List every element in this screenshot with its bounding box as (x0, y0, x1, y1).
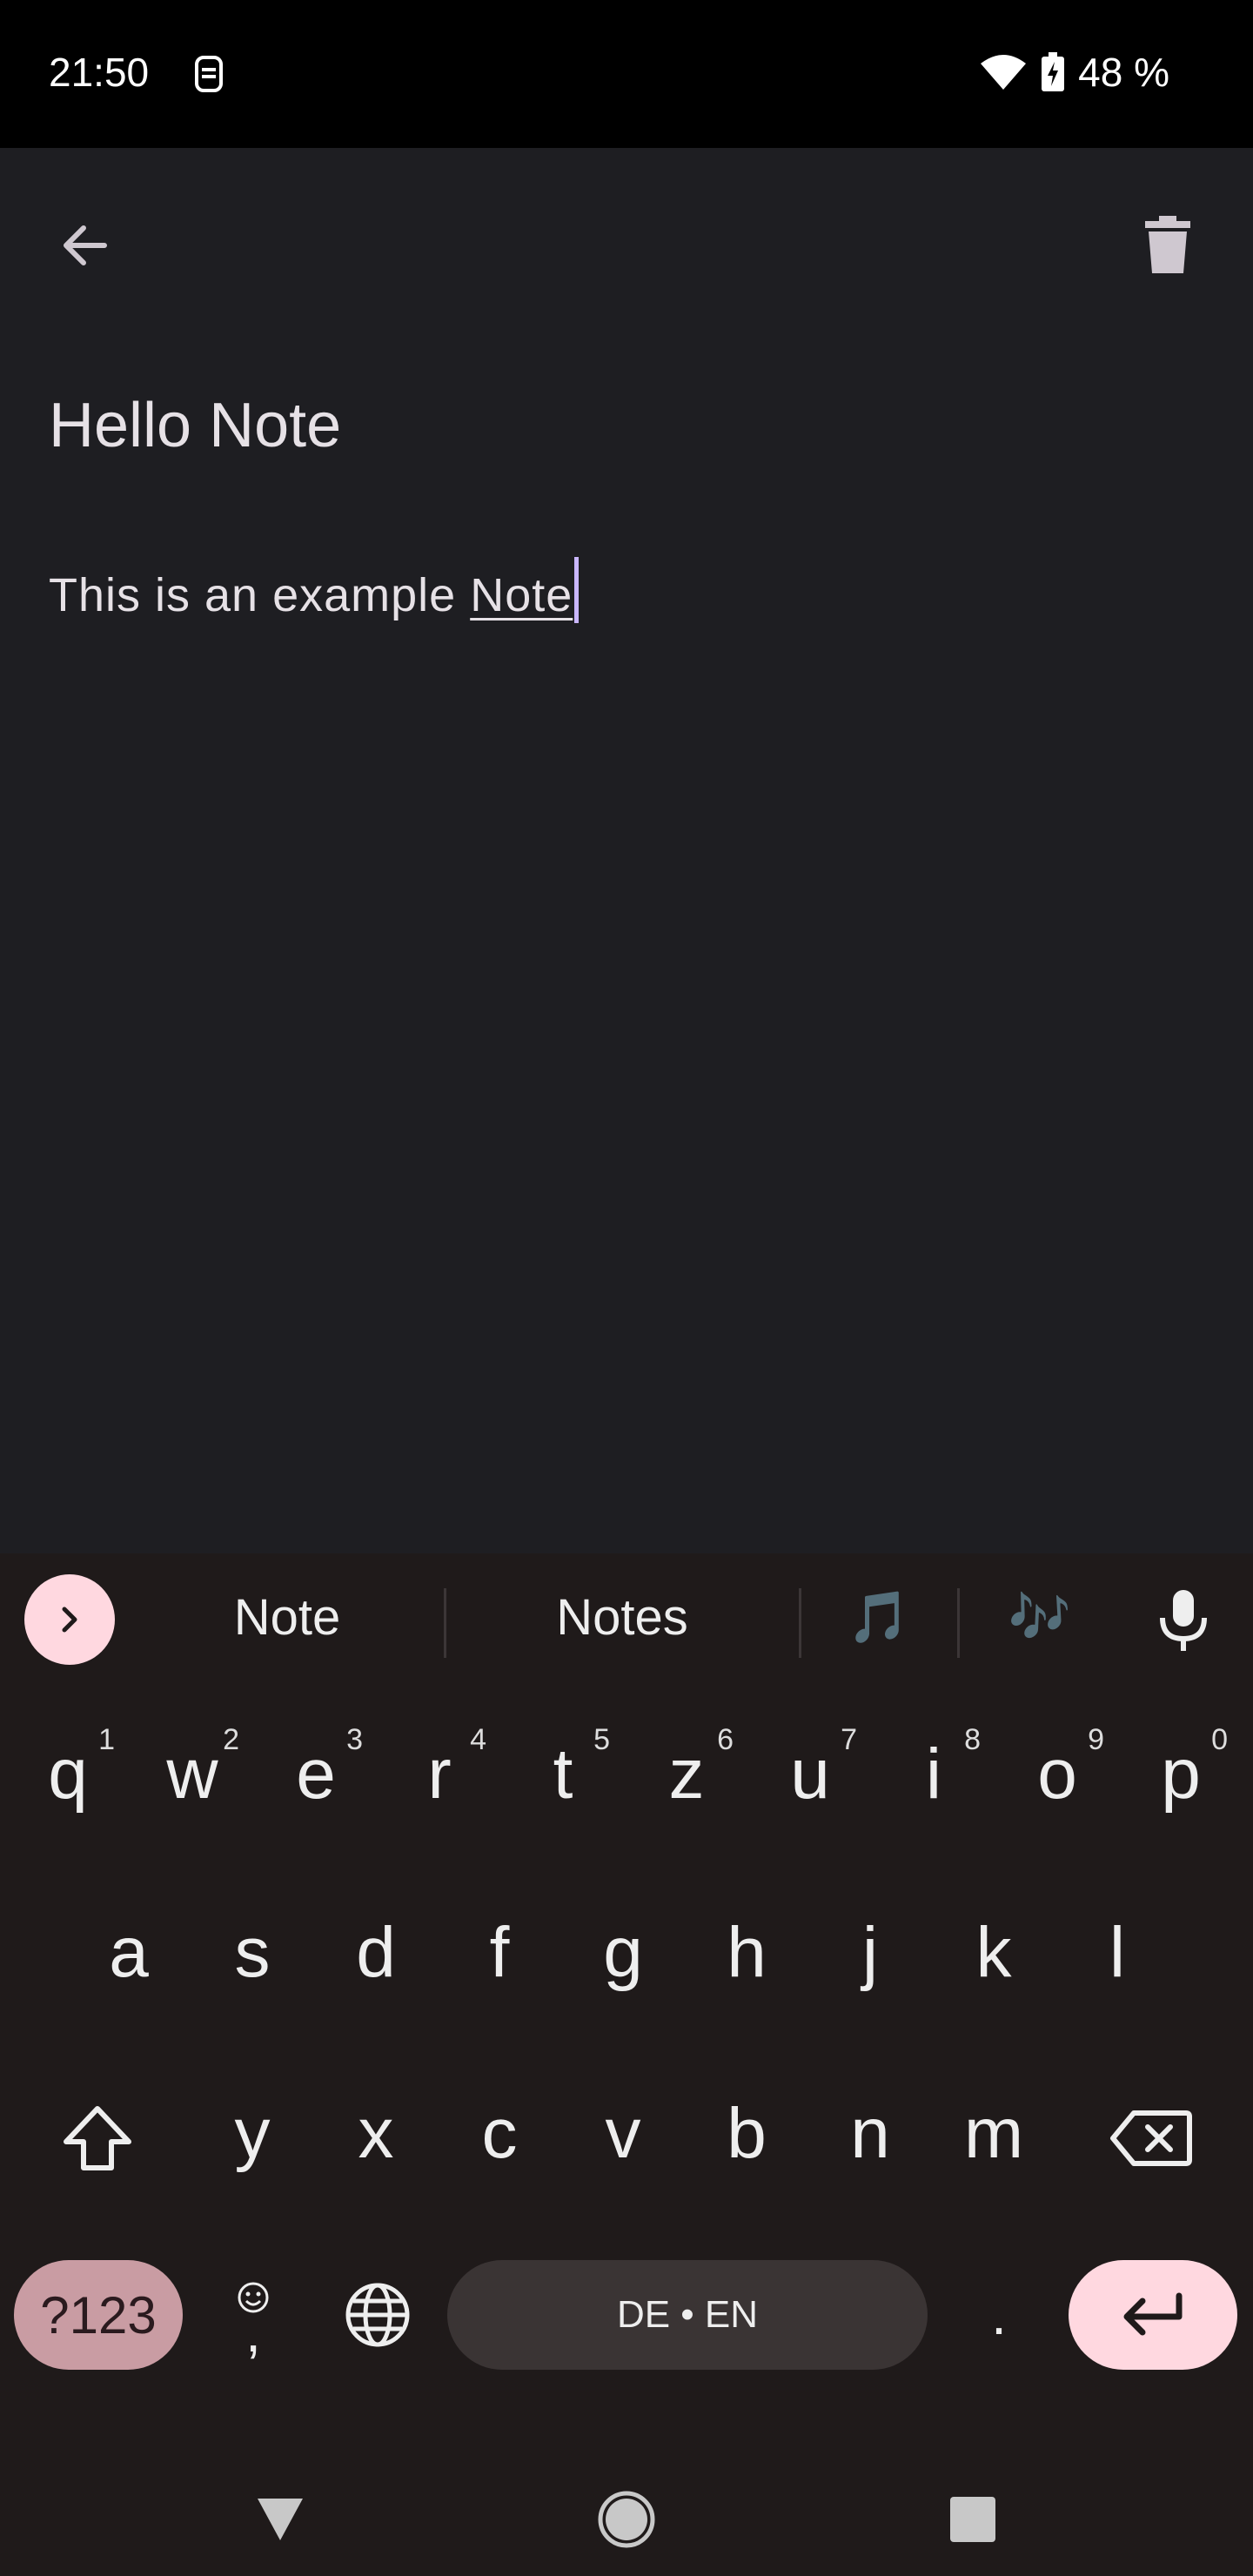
status-time: 21:50 (49, 50, 150, 95)
microphone-icon[interactable] (1149, 1585, 1218, 1654)
note-editor: Hello Note This is an example Note (0, 148, 1253, 1553)
trash-icon (1145, 216, 1190, 273)
key-k[interactable]: k (950, 1912, 1037, 1994)
key-a[interactable]: a (85, 1912, 172, 1994)
emoji-suggestion-1[interactable]: 🎵 (831, 1588, 927, 1647)
suggestion-divider (799, 1588, 801, 1658)
key-z[interactable]: z6 (643, 1723, 734, 1815)
nav-recents-button[interactable] (929, 2476, 1016, 2563)
battery-charging-icon (1042, 52, 1065, 91)
text-cursor (574, 557, 580, 623)
note-title-field[interactable]: Hello Note (49, 390, 341, 461)
suggestion-divider (444, 1588, 446, 1658)
arrow-back-icon (64, 225, 107, 265)
space-bar[interactable]: DE • EN (447, 2260, 928, 2370)
back-button[interactable] (42, 202, 129, 289)
home-circle-icon (598, 2491, 655, 2548)
sim-icon (195, 56, 223, 92)
key-m[interactable]: m (950, 2093, 1037, 2175)
key-b[interactable]: b (703, 2093, 790, 2175)
suggestion-strip: Note Notes 🎵 🎶 (0, 1553, 1253, 1684)
recents-square-icon (950, 2497, 995, 2542)
key-v[interactable]: v (580, 2093, 667, 2175)
period-key[interactable]: . (955, 2260, 1042, 2370)
emoji-comma-key[interactable]: , (214, 2260, 292, 2370)
comma-label: , (245, 2301, 261, 2364)
key-n[interactable]: n (827, 2093, 914, 2175)
toolbar-toggle-button[interactable] (24, 1574, 115, 1665)
shift-key[interactable] (52, 2093, 143, 2184)
key-o[interactable]: o9 (1014, 1723, 1104, 1815)
status-right: 48 % (979, 49, 1169, 96)
key-t[interactable]: t5 (519, 1723, 610, 1815)
symbols-key[interactable]: ?123 (14, 2260, 183, 2370)
suggestion-2[interactable]: Notes (487, 1588, 757, 1647)
chevron-right-icon (62, 1607, 77, 1633)
shift-arrow-icon (64, 2106, 131, 2170)
wifi-icon (981, 55, 1027, 90)
backspace-icon (1110, 2110, 1192, 2166)
nav-home-button[interactable] (583, 2476, 670, 2563)
key-w[interactable]: w2 (149, 1723, 239, 1815)
status-bar: 21:50 48 % (0, 0, 1253, 148)
navigation-bar (0, 2459, 1253, 2576)
enter-key[interactable] (1069, 2260, 1237, 2370)
language-key[interactable] (334, 2271, 421, 2358)
key-u[interactable]: u7 (767, 1723, 857, 1815)
key-y[interactable]: y (209, 2093, 296, 2175)
key-f[interactable]: f (456, 1912, 543, 1994)
emoji-suggestion-2[interactable]: 🎶 (988, 1588, 1092, 1647)
key-r[interactable]: r4 (396, 1723, 486, 1815)
key-l[interactable]: l (1074, 1912, 1161, 1994)
note-body-text: This is an example (49, 569, 471, 621)
nav-back-button[interactable] (237, 2476, 324, 2563)
delete-button[interactable] (1124, 202, 1211, 289)
key-i[interactable]: i8 (890, 1723, 981, 1815)
battery-percent: 48 % (1078, 50, 1169, 95)
globe-icon (345, 2283, 410, 2347)
note-body-field[interactable]: This is an example Note (49, 557, 580, 623)
key-s[interactable]: s (209, 1912, 296, 1994)
backspace-key[interactable] (1103, 2093, 1199, 2184)
keyboard: Note Notes 🎵 🎶 q1 w2 e3 r4 t5 z6 u7 i8 o… (0, 1553, 1253, 2459)
key-g[interactable]: g (580, 1912, 667, 1994)
enter-icon (1123, 2292, 1183, 2336)
key-q[interactable]: q1 (24, 1723, 115, 1815)
back-triangle-icon (258, 2499, 303, 2540)
key-c[interactable]: c (456, 2093, 543, 2175)
key-e[interactable]: e3 (272, 1723, 363, 1815)
key-j[interactable]: j (827, 1912, 914, 1994)
suggestion-1[interactable]: Note (157, 1588, 418, 1647)
key-p[interactable]: p0 (1137, 1723, 1228, 1815)
key-x[interactable]: x (332, 2093, 419, 2175)
key-h[interactable]: h (703, 1912, 790, 1994)
composing-word: Note (470, 569, 573, 621)
suggestion-divider (957, 1588, 960, 1658)
key-d[interactable]: d (332, 1912, 419, 1994)
